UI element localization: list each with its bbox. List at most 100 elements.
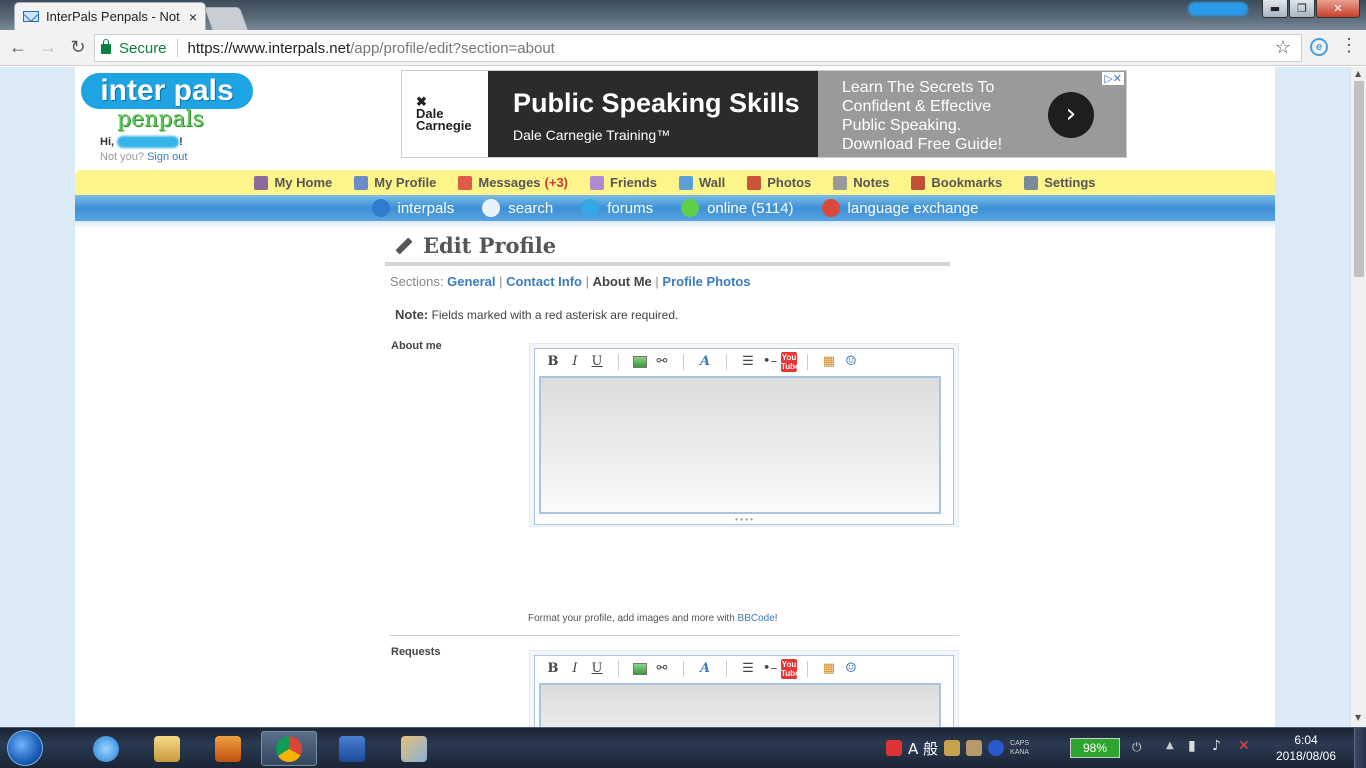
username-redacted[interactable] (117, 136, 180, 149)
scrollbar-thumb[interactable] (1354, 81, 1364, 277)
url-text[interactable]: https://www.interpals.net/app/profile/ed… (188, 40, 555, 57)
nav-interpals[interactable]: interpals (371, 199, 454, 217)
table-icon[interactable]: ▦ (818, 354, 840, 369)
help-icon[interactable] (988, 740, 1005, 756)
nav-online[interactable]: online (5114) (681, 199, 794, 217)
folder-icon (154, 735, 180, 762)
taskbar-word[interactable] (324, 731, 380, 766)
show-desktop-button[interactable] (1354, 728, 1366, 768)
requests-textarea[interactable] (539, 683, 941, 727)
insert-link-icon[interactable]: ⚯ (651, 354, 673, 369)
tab-title: InterPals Penpals - Not (46, 9, 180, 24)
close-window-button[interactable]: ✕ (1316, 0, 1360, 18)
italic-button[interactable]: I (564, 661, 586, 676)
maximize-button[interactable]: ❐ (1289, 0, 1315, 18)
reload-icon[interactable]: ↻ (66, 37, 90, 58)
nav-messages[interactable]: Messages (+3) (458, 175, 568, 190)
taskbar-paint[interactable] (386, 731, 442, 766)
ad-arrow-button[interactable]: › (1048, 92, 1094, 138)
underline-button[interactable]: U (586, 354, 608, 369)
sign-out-link[interactable]: Sign out (147, 151, 187, 163)
smiley-icon[interactable]: ☺ (840, 661, 862, 676)
battery-indicator[interactable]: 98% (1070, 738, 1120, 758)
power-plug-icon[interactable]: ⏻ (1132, 740, 1142, 755)
clock-date: 2018/08/06 (1275, 749, 1337, 763)
nav-my-home[interactable]: My Home (254, 175, 332, 190)
nav-language-exchange[interactable]: language exchange (821, 199, 979, 217)
antivirus-icon[interactable] (886, 740, 902, 756)
bookmark-star-icon[interactable]: ☆ (1275, 37, 1291, 58)
scroll-up-icon[interactable]: ▲ (1355, 69, 1361, 78)
taskbar-clock[interactable]: 6:04 2018/08/06 (1266, 732, 1346, 764)
italic-button[interactable]: I (564, 354, 586, 369)
nav-settings[interactable]: Settings (1024, 175, 1096, 190)
new-tab-button[interactable] (203, 7, 249, 30)
media-player-icon (215, 735, 241, 762)
resize-grip-icon[interactable]: ∙∙∙∙ (535, 516, 953, 524)
address-bar[interactable]: Secure https://www.interpals.net/app/pro… (94, 34, 1302, 62)
ad-choices-icon[interactable]: ▷✕ (1102, 72, 1124, 85)
about-me-textarea[interactable] (539, 376, 941, 514)
dictionary-icon[interactable] (944, 740, 961, 756)
minimize-button[interactable]: ▬ (1262, 0, 1288, 18)
smiley-icon[interactable]: ☺ (840, 354, 862, 369)
network-error-icon[interactable]: ✕ (1238, 738, 1250, 754)
hint-end: ! (774, 613, 778, 624)
interpals-logo[interactable]: inter pals penpals (77, 71, 257, 133)
editor-frame: B I U ⚯ A ☰ •– You Tube ▦ ☺ (534, 348, 954, 525)
browser-profile-badge[interactable] (1188, 2, 1248, 16)
banner-ad[interactable]: ✖ Dale Carnegie Public Speaking Skills Da… (401, 70, 1127, 158)
insert-link-icon[interactable]: ⚯ (651, 661, 673, 676)
forward-arrow-icon[interactable]: → (36, 37, 60, 58)
youtube-icon[interactable]: You Tube (781, 658, 800, 679)
taskbar-chrome[interactable] (261, 731, 317, 766)
nav-bookmarks[interactable]: Bookmarks (911, 175, 1002, 190)
youtube-icon[interactable]: You Tube (781, 351, 800, 372)
insert-image-icon[interactable] (633, 355, 647, 368)
ime-indicator[interactable]: A 般 (908, 738, 938, 759)
section-profile-photos-link[interactable]: Profile Photos (662, 274, 750, 289)
notes-icon (833, 175, 848, 190)
toolbox-icon[interactable] (966, 740, 983, 756)
insert-image-icon[interactable] (633, 662, 647, 675)
taskbar-ie[interactable] (78, 731, 134, 766)
bold-button[interactable]: B (542, 354, 564, 369)
ordered-list-icon[interactable]: ☰ (737, 354, 759, 369)
bbcode-link[interactable]: BBCode (738, 613, 775, 624)
page-scrollbar[interactable]: ▲ ▼ (1350, 67, 1366, 727)
underline-button[interactable]: U (586, 661, 608, 676)
section-general-link[interactable]: General (447, 274, 495, 289)
editor-toolbar: B I U ⚯ A ☰ •– You Tube ▦ ☺ (535, 349, 953, 374)
nav-notes[interactable]: Notes (833, 175, 889, 190)
extension-icon[interactable]: e (1310, 38, 1328, 56)
bold-button[interactable]: B (542, 661, 564, 676)
scroll-down-icon[interactable]: ▼ (1355, 713, 1361, 722)
nav-wall[interactable]: Wall (678, 175, 725, 190)
table-icon[interactable]: ▦ (818, 661, 840, 676)
font-style-button[interactable]: A (694, 354, 716, 369)
section-contact-info-link[interactable]: Contact Info (506, 274, 582, 289)
nav-my-profile[interactable]: My Profile (354, 175, 436, 190)
taskbar-explorer[interactable] (139, 731, 195, 766)
nav-search[interactable]: search (482, 199, 553, 217)
nav-photos[interactable]: Photos (747, 175, 811, 190)
taskbar-media[interactable] (200, 731, 256, 766)
font-style-button[interactable]: A (694, 661, 716, 676)
nav-friends[interactable]: Friends (590, 175, 657, 190)
toolbar-divider (726, 660, 727, 677)
browser-tab-active[interactable]: InterPals Penpals - Not × (14, 2, 206, 30)
horizontal-rule-icon[interactable]: •– (759, 661, 781, 676)
nav-forums[interactable]: forums (581, 199, 653, 217)
back-arrow-icon[interactable]: ← (6, 37, 30, 58)
browser-menu-icon[interactable]: ⋮ (1340, 35, 1358, 56)
volume-icon[interactable]: ♪ (1212, 738, 1221, 754)
nav2-label: language exchange (847, 199, 979, 217)
toolbar-divider (807, 353, 808, 370)
start-button[interactable] (7, 730, 43, 766)
caps-kana-indicator: CAPS KANA (1010, 739, 1029, 757)
horizontal-rule-icon[interactable]: •– (759, 354, 781, 369)
signal-icon[interactable]: ▮ (1188, 738, 1196, 754)
ordered-list-icon[interactable]: ☰ (737, 661, 759, 676)
tab-close-icon[interactable]: × (189, 9, 197, 25)
tray-expand-icon[interactable]: ▲ (1166, 740, 1174, 751)
